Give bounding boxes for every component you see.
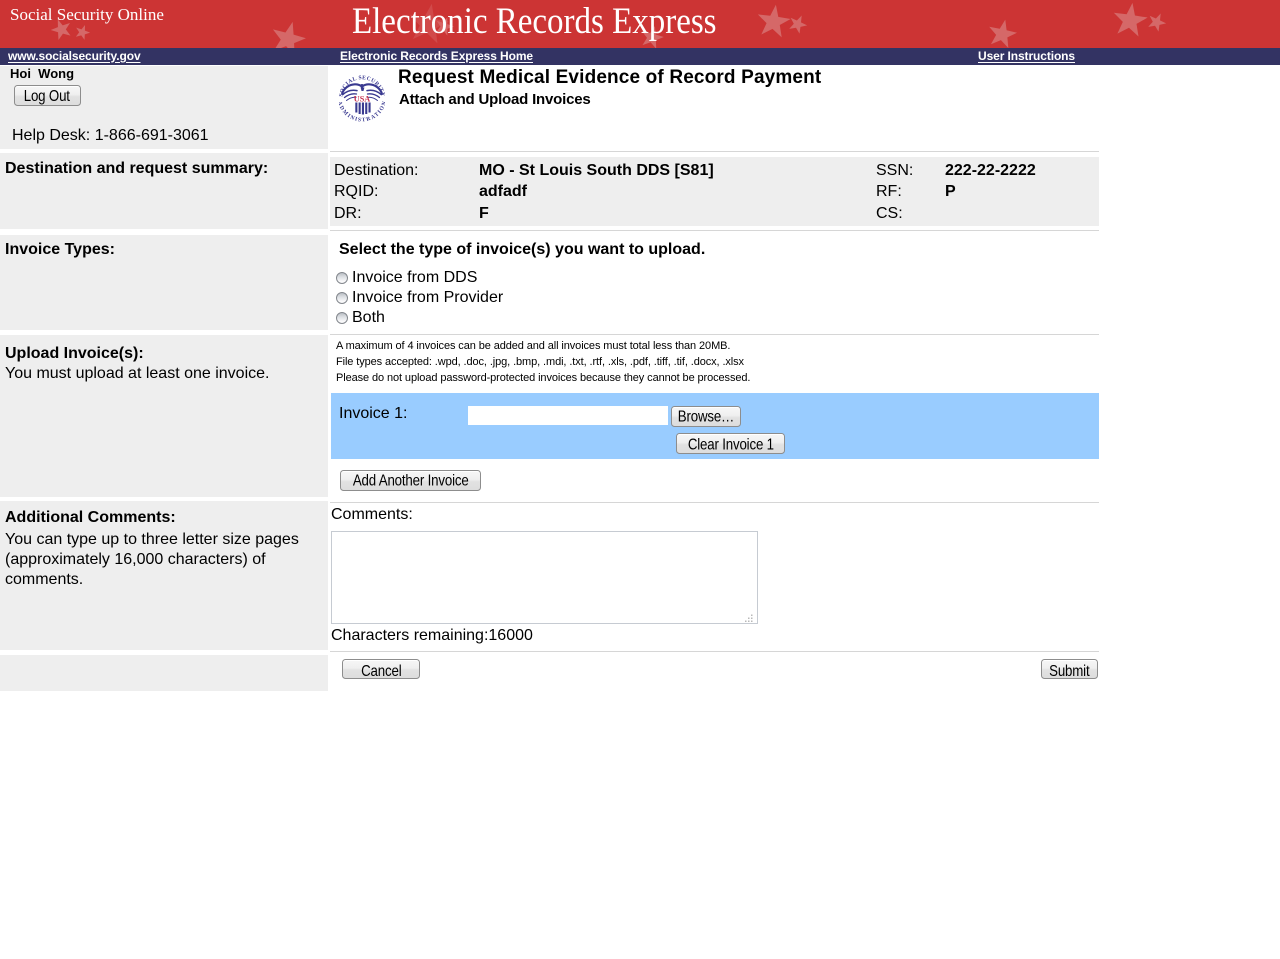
svg-text:USA: USA bbox=[354, 95, 370, 104]
